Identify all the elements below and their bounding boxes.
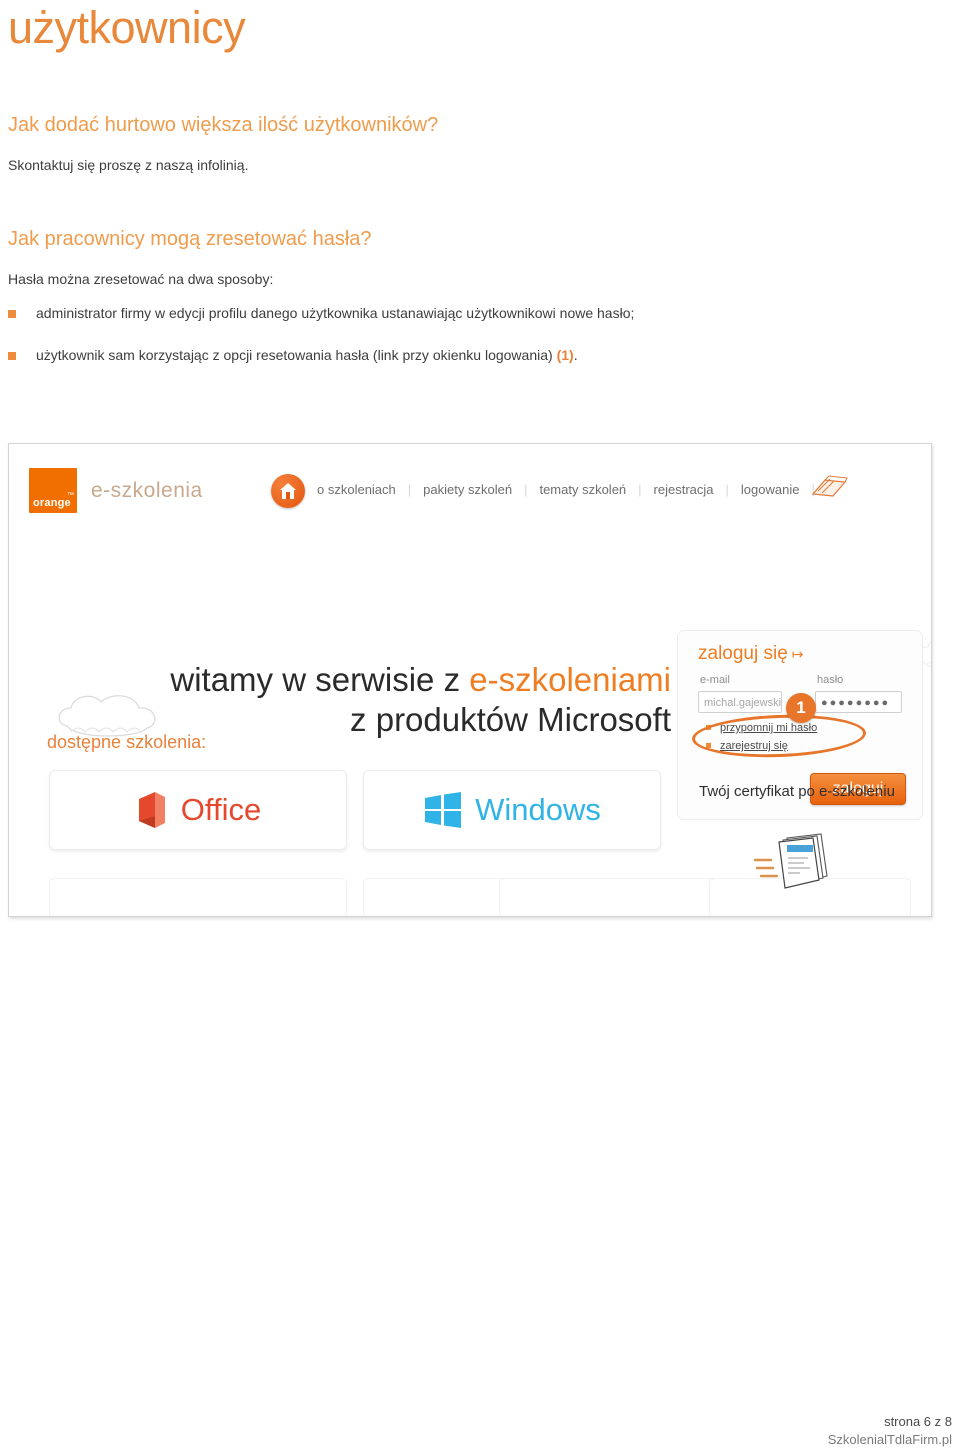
certificate-title: Twój certyfikat po e-szkoleniu <box>699 783 895 800</box>
annotation-badge-1: 1 <box>786 693 816 723</box>
page-title: użytkownicy <box>8 2 246 53</box>
site-brand-name: e-szkolenia <box>91 478 203 502</box>
site-header: orange ™ e-szkolenia o szkoleniach | pak… <box>9 444 931 522</box>
certificate-glyph <box>753 833 828 889</box>
hero-headline-line1: witamy w serwisie z e-szkoleniami <box>131 660 671 699</box>
password-field[interactable]: ●●●●●●●● <box>815 691 902 713</box>
annotation-ellipse <box>691 711 867 761</box>
main-nav: o szkoleniach | pakiety szkoleń | tematy… <box>317 482 827 497</box>
nav-item-tematy-szkolen[interactable]: tematy szkoleń <box>539 482 626 497</box>
orange-logo-word: orange <box>33 497 71 509</box>
answer-text-2: Hasła można zresetować na dwa sposoby: <box>8 271 274 287</box>
bullet-square-icon <box>8 310 16 318</box>
bullet-list: administrator firmy w edycji profilu dan… <box>8 305 938 389</box>
course-tile-label: Windows <box>475 792 601 827</box>
document-page: użytkownicy Jak dodać hurtowo większa il… <box>0 0 960 1451</box>
hero-section: witamy w serwisie z e-szkoleniami z prod… <box>9 522 931 820</box>
windows-logo-icon <box>425 792 462 828</box>
hero-headline-accent: e-szkoleniami <box>469 661 671 698</box>
orange-logo-icon[interactable]: orange ™ <box>29 468 77 513</box>
available-courses-label: dostępne szkolenia: <box>47 732 207 752</box>
trademark-icon: ™ <box>67 492 74 499</box>
nav-item-rejestracja[interactable]: rejestracja <box>654 482 714 497</box>
course-tile-partial[interactable] <box>49 878 347 916</box>
embedded-screenshot: orange ™ e-szkolenia o szkoleniach | pak… <box>8 443 932 917</box>
nav-separator: | <box>638 482 642 497</box>
course-tile-windows[interactable]: Windows <box>363 770 661 850</box>
question-heading-1: Jak dodać hurtowo większa ilość użytkown… <box>8 114 439 136</box>
page-footer: strona 6 z 8 SzkolenialTdlaFirm.pl <box>828 1414 952 1447</box>
list-item: administrator firmy w edycji profilu dan… <box>8 305 938 321</box>
nav-separator: | <box>725 482 729 497</box>
question-heading-2: Jak pracownicy mogą zresetować hasła? <box>8 228 372 250</box>
hero-headline-line2: z produktów Microsoft <box>350 701 671 738</box>
nav-item-o-szkoleniach[interactable]: o szkoleniach <box>317 482 396 497</box>
nav-item-pakiety-szkolen[interactable]: pakiety szkoleń <box>423 482 512 497</box>
course-tile-label: Office <box>180 792 262 827</box>
book-glyph <box>811 475 848 497</box>
site-brand[interactable]: orange ™ e-szkolenia <box>29 468 203 513</box>
footer-brand: SzkolenialTdlaFirm.pl <box>827 1432 952 1447</box>
list-item: użytkownik sam korzystając z opcji reset… <box>8 347 938 363</box>
certificate-stack-icon <box>747 826 851 896</box>
book-icon[interactable] <box>809 472 849 502</box>
login-arrow-icon: ↦ <box>791 646 804 662</box>
nav-separator: | <box>524 482 528 497</box>
callout-reference: (1) <box>556 347 574 363</box>
nav-item-logowanie[interactable]: logowanie <box>741 482 800 497</box>
password-label: hasło <box>817 674 844 686</box>
office-logo-icon <box>138 792 165 828</box>
list-item-label: administrator firmy w edycji profilu dan… <box>36 305 635 321</box>
login-card-title: zaloguj się ↦ <box>698 643 804 665</box>
page-number: strona 6 z 8 <box>884 1414 952 1429</box>
course-tile-office[interactable]: Office <box>49 770 347 850</box>
nav-separator: | <box>407 482 412 497</box>
email-label: e-mail <box>700 674 730 686</box>
house-glyph <box>280 483 296 499</box>
bullet-square-icon <box>8 352 16 360</box>
email-field[interactable]: michal.gajewski <box>698 691 782 713</box>
list-item-label: użytkownik sam korzystając z opcji reset… <box>36 347 557 363</box>
login-title-text: zaloguj się <box>698 643 788 664</box>
answer-text-1: Skontaktuj się proszę z naszą infolinią. <box>8 157 249 173</box>
list-item-label-end: . <box>573 347 578 363</box>
hero-headline-plain: witamy w serwisie z <box>170 661 470 698</box>
home-icon[interactable] <box>271 474 305 508</box>
